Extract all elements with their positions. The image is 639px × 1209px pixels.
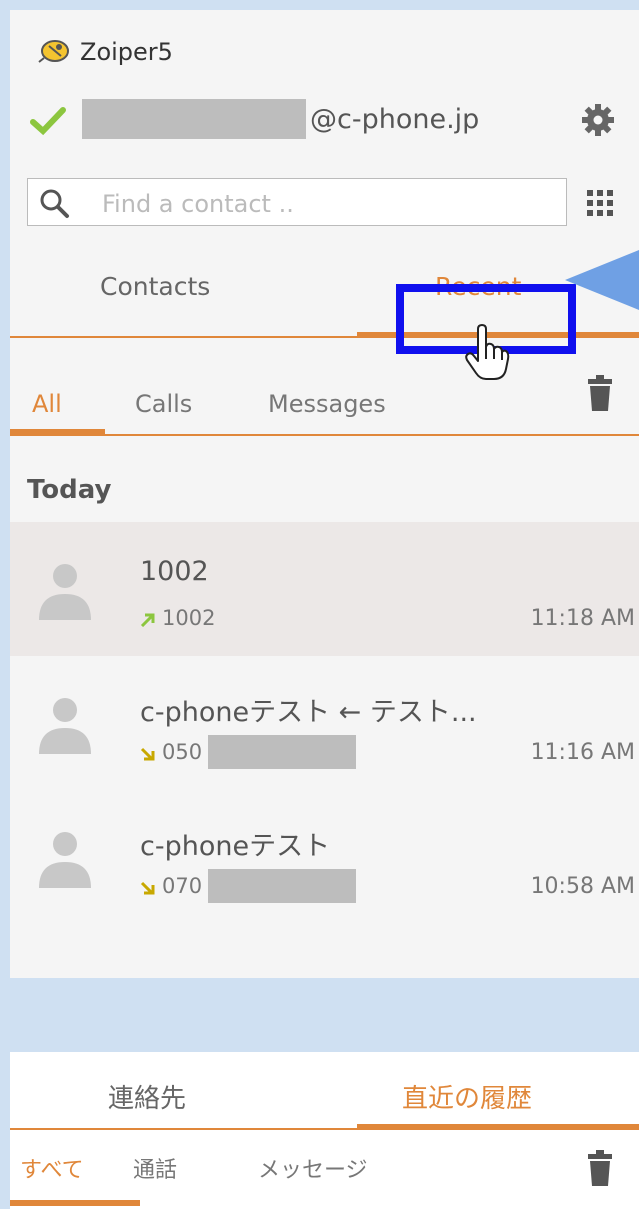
zoiper-logo-icon <box>38 40 69 63</box>
zoiper-window-jp: 連絡先 直近の履歴 すべて 通話 メッセージ <box>10 1052 639 1209</box>
avatar-icon <box>39 564 91 620</box>
main-tabs-jp: 連絡先 直近の履歴 <box>10 1052 639 1130</box>
contact-name: c-phoneテスト <box>140 831 331 862</box>
tab-recent-jp[interactable]: 直近の履歴 <box>402 1078 532 1115</box>
sub-tabs-jp: すべて 通話 メッセージ <box>10 1132 639 1209</box>
zoiper-window: Zoiper5 @c-phone.jp Find a contact .. Co… <box>10 10 639 978</box>
subtab-all[interactable]: All <box>32 390 62 418</box>
number-redacted <box>208 735 356 769</box>
call-number: 070 <box>162 874 203 898</box>
subtab-messages-jp[interactable]: メッセージ <box>258 1152 368 1184</box>
contact-name: 1002 <box>140 556 209 587</box>
call-number: 1002 <box>162 606 216 630</box>
list-item[interactable]: c-phoneテスト 070 10:58 AM <box>10 790 639 924</box>
call-number: 050 <box>162 740 203 764</box>
sub-tabs: All Calls Messages <box>10 350 639 436</box>
tab-contacts[interactable]: Contacts <box>100 272 210 301</box>
call-time: 11:16 AM <box>530 740 635 765</box>
tabs-divider <box>10 1128 639 1130</box>
account-name-redacted <box>82 99 306 139</box>
section-header-today: Today <box>27 475 112 505</box>
call-time: 11:18 AM <box>530 606 635 631</box>
tab-contacts-jp[interactable]: 連絡先 <box>108 1078 186 1115</box>
list-item[interactable]: 1002 1002 11:18 AM <box>10 522 639 656</box>
subtab-all-jp[interactable]: すべて <box>20 1152 84 1184</box>
subtab-messages[interactable]: Messages <box>268 390 386 418</box>
active-subtab-indicator-jp <box>10 1200 140 1206</box>
outgoing-arrow-icon <box>140 613 155 627</box>
trash-icon[interactable] <box>585 373 615 413</box>
incoming-arrow-icon <box>140 881 155 895</box>
account-domain: @c-phone.jp <box>310 104 480 135</box>
check-icon <box>30 107 66 136</box>
dialpad-icon[interactable] <box>585 188 615 218</box>
callout-pointer <box>565 250 639 310</box>
incoming-arrow-icon <box>140 747 155 761</box>
search-input[interactable] <box>100 186 544 222</box>
avatar-icon <box>39 698 91 754</box>
app-title: Zoiper5 <box>80 38 173 66</box>
trash-icon[interactable] <box>585 1148 615 1188</box>
list-item[interactable]: c-phoneテスト ← テスト... 050 11:16 AM <box>10 656 639 790</box>
call-time: 10:58 AM <box>530 874 635 899</box>
hand-cursor-icon <box>465 324 510 380</box>
active-subtab-indicator <box>10 429 105 434</box>
contact-name: c-phoneテスト ← テスト... <box>140 697 477 728</box>
subtab-calls[interactable]: Calls <box>135 390 192 418</box>
search-box[interactable] <box>27 178 567 226</box>
title-bar: Zoiper5 <box>10 10 639 88</box>
subtab-calls-jp[interactable]: 通話 <box>133 1152 177 1184</box>
number-redacted <box>208 869 356 903</box>
account-row: @c-phone.jp <box>10 90 639 150</box>
gear-icon[interactable] <box>580 102 616 138</box>
search-icon <box>40 189 69 218</box>
avatar-icon <box>39 832 91 888</box>
